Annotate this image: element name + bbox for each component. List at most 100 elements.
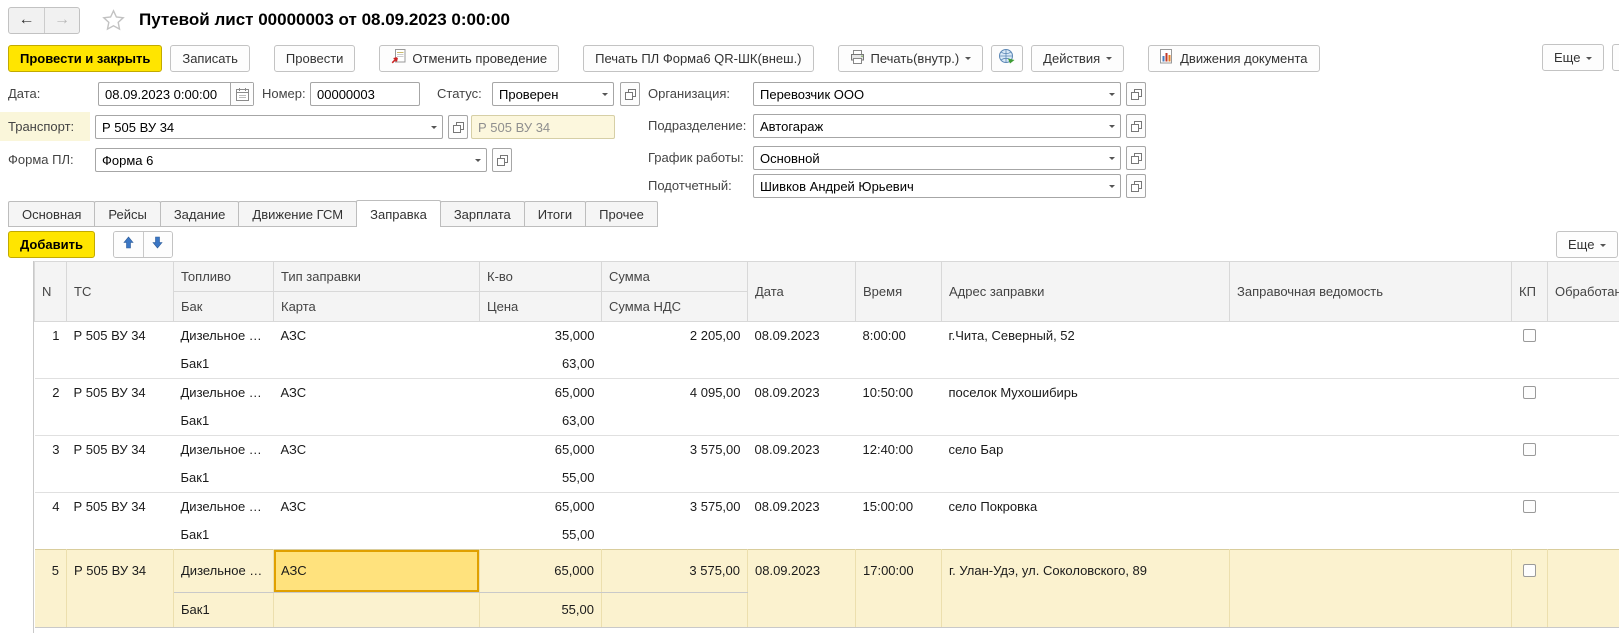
table-more-button[interactable]: Еще	[1556, 231, 1618, 258]
print-internal-button[interactable]: Печать(внутр.)	[838, 45, 984, 72]
table-row[interactable]: 5Р 505 ВУ 34Дизельное …АЗС65,0003 575,00…	[35, 550, 1619, 593]
accountable-open-button[interactable]	[1126, 174, 1146, 198]
cell-qty[interactable]: 65,000	[480, 436, 602, 465]
cell-tank[interactable]: Бак1	[174, 521, 274, 550]
chevron-down-icon[interactable]	[597, 83, 613, 105]
cell-n[interactable]: 1	[35, 322, 67, 379]
organization-field[interactable]: Перевозчик ООО	[753, 82, 1121, 106]
cell-kp[interactable]	[1512, 493, 1548, 550]
form-pl-open-button[interactable]	[492, 148, 512, 172]
cell-kp[interactable]	[1512, 550, 1548, 628]
cell-n[interactable]: 2	[35, 379, 67, 436]
cell-fill-type[interactable]: АЗС	[274, 493, 480, 522]
cell-card[interactable]	[274, 464, 480, 493]
chevron-down-icon[interactable]	[1104, 147, 1120, 169]
actions-button[interactable]: Действия	[1031, 45, 1124, 72]
cell-time[interactable]: 8:00:00	[856, 322, 942, 379]
tab-3[interactable]: Движение ГСМ	[238, 201, 357, 227]
cell-date[interactable]: 08.09.2023	[748, 493, 856, 550]
print-external-button[interactable]: Печать ПЛ Форма6 QR-ШК(внеш.)	[583, 45, 813, 72]
cell-amount[interactable]: 2 205,00	[602, 322, 748, 351]
cell-date[interactable]: 08.09.2023	[748, 436, 856, 493]
cell-price[interactable]: 63,00	[480, 350, 602, 379]
cell-vat[interactable]	[602, 350, 748, 379]
cell-qty[interactable]: 35,000	[480, 322, 602, 351]
cell-date[interactable]: 08.09.2023	[748, 322, 856, 379]
kp-checkbox[interactable]	[1523, 443, 1536, 456]
cell-fuel[interactable]: Дизельное …	[174, 379, 274, 408]
cell-fill-type[interactable]: АЗС	[274, 379, 480, 408]
cell-n[interactable]: 5	[35, 550, 67, 628]
cell-card[interactable]	[274, 350, 480, 379]
form-pl-field[interactable]: Форма 6	[95, 148, 487, 172]
cell-address[interactable]: г.Чита, Северный, 52	[942, 322, 1230, 379]
cell-time[interactable]: 12:40:00	[856, 436, 942, 493]
cell-vehicle[interactable]: Р 505 ВУ 34	[67, 550, 174, 628]
cell-processed[interactable]	[1548, 379, 1619, 436]
cell-qty[interactable]: 65,000	[480, 493, 602, 522]
cell-tank[interactable]: Бак1	[174, 593, 274, 628]
chevron-down-icon[interactable]	[470, 149, 486, 171]
cell-vat[interactable]	[602, 593, 748, 628]
cell-kp[interactable]	[1512, 379, 1548, 436]
date-field[interactable]: 08.09.2023 0:00:00	[98, 82, 254, 106]
back-button[interactable]: ←	[9, 8, 44, 33]
status-field[interactable]: Проверен	[492, 82, 614, 106]
cell-amount[interactable]: 4 095,00	[602, 379, 748, 408]
cell-vehicle[interactable]: Р 505 ВУ 34	[67, 379, 174, 436]
cell-time[interactable]: 17:00:00	[856, 550, 942, 628]
cell-fuel[interactable]: Дизельное …	[174, 550, 274, 593]
cell-vehicle[interactable]: Р 505 ВУ 34	[67, 436, 174, 493]
cell-time[interactable]: 15:00:00	[856, 493, 942, 550]
cell-kp[interactable]	[1512, 322, 1548, 379]
change-time-button[interactable]	[991, 45, 1023, 72]
cell-card[interactable]	[274, 521, 480, 550]
cell-fill-type[interactable]: АЗС	[274, 322, 480, 351]
cell-price[interactable]: 63,00	[480, 407, 602, 436]
tab-4[interactable]: Заправка	[356, 200, 441, 227]
cell-price[interactable]: 55,00	[480, 593, 602, 628]
cell-vat[interactable]	[602, 464, 748, 493]
kp-checkbox[interactable]	[1523, 564, 1536, 577]
cell-date[interactable]: 08.09.2023	[748, 379, 856, 436]
table-row[interactable]: 2Р 505 ВУ 34Дизельное …АЗС65,0004 095,00…	[35, 379, 1619, 408]
cell-processed[interactable]	[1548, 493, 1619, 550]
cell-tank[interactable]: Бак1	[174, 407, 274, 436]
table-row[interactable]: 1Р 505 ВУ 34Дизельное …АЗС35,0002 205,00…	[35, 322, 1619, 351]
cell-kp[interactable]	[1512, 436, 1548, 493]
cell-card[interactable]	[274, 593, 480, 628]
chevron-down-icon[interactable]	[1104, 115, 1120, 137]
cell-fuel[interactable]: Дизельное …	[174, 493, 274, 522]
tab-2[interactable]: Задание	[160, 201, 240, 227]
kp-checkbox[interactable]	[1523, 386, 1536, 399]
add-row-button[interactable]: Добавить	[8, 231, 95, 258]
kp-checkbox[interactable]	[1523, 329, 1536, 342]
cell-sheet[interactable]	[1230, 322, 1512, 379]
chevron-down-icon[interactable]	[426, 116, 442, 138]
department-field[interactable]: Автогараж	[753, 114, 1121, 138]
cell-price[interactable]: 55,00	[480, 464, 602, 493]
cell-amount[interactable]: 3 575,00	[602, 436, 748, 465]
cell-tank[interactable]: Бак1	[174, 350, 274, 379]
cell-processed[interactable]	[1548, 436, 1619, 493]
tab-7[interactable]: Прочее	[585, 201, 658, 227]
cell-address[interactable]: г. Улан-Удэ, ул. Соколовского, 89	[942, 550, 1230, 628]
cell-vat[interactable]	[602, 521, 748, 550]
cell-fuel[interactable]: Дизельное …	[174, 436, 274, 465]
department-open-button[interactable]	[1126, 114, 1146, 138]
transport-field[interactable]: Р 505 ВУ 34	[95, 115, 443, 139]
cell-sheet[interactable]	[1230, 493, 1512, 550]
schedule-field[interactable]: Основной	[753, 146, 1121, 170]
doc-movements-button[interactable]: Движения документа	[1148, 45, 1319, 72]
move-down-button[interactable]	[143, 232, 172, 257]
table-row[interactable]: 4Р 505 ВУ 34Дизельное …АЗС65,0003 575,00…	[35, 493, 1619, 522]
toolbar-overflow-button[interactable]	[1612, 44, 1619, 71]
tab-0[interactable]: Основная	[8, 201, 95, 227]
cell-price[interactable]: 55,00	[480, 521, 602, 550]
cell-address[interactable]: село Бар	[942, 436, 1230, 493]
calendar-icon[interactable]	[230, 83, 253, 105]
number-field[interactable]: 00000003	[310, 82, 420, 106]
kp-checkbox[interactable]	[1523, 500, 1536, 513]
status-open-button[interactable]	[620, 82, 640, 106]
table-row[interactable]: 3Р 505 ВУ 34Дизельное …АЗС65,0003 575,00…	[35, 436, 1619, 465]
